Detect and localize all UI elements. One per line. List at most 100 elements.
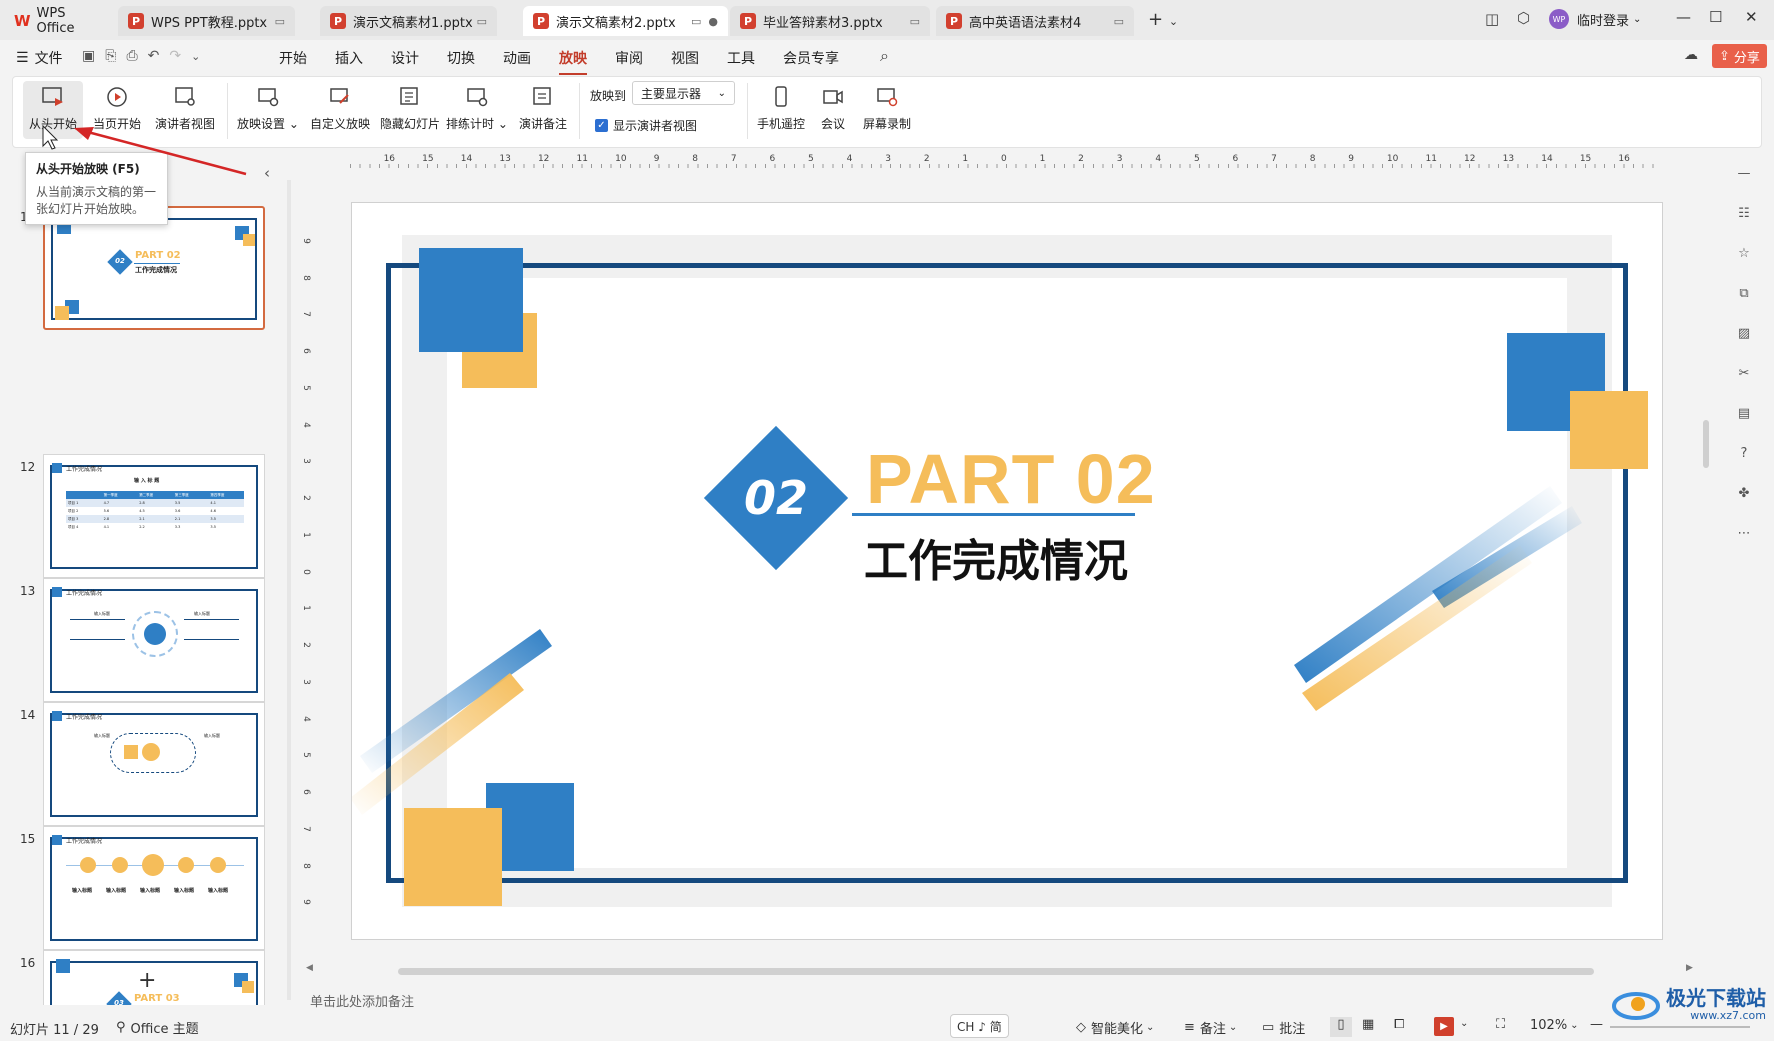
panel-scrollbar[interactable] bbox=[287, 180, 291, 1000]
phone-remote-button[interactable]: 手机遥控 bbox=[752, 81, 810, 139]
reading-view-icon[interactable]: ⧠ bbox=[1394, 1017, 1404, 1032]
collapse-panel-icon[interactable]: ‹ bbox=[264, 164, 270, 182]
save-icon[interactable]: ▣ bbox=[82, 48, 105, 64]
wps-logo-icon: W bbox=[14, 12, 31, 30]
maximize-icon[interactable]: ☐ bbox=[1709, 8, 1722, 26]
tab-device-icon[interactable]: ▭ bbox=[477, 15, 487, 28]
ruler-tick-label: 15 bbox=[421, 154, 435, 164]
play-slideshow-icon[interactable]: ▶ bbox=[1434, 1017, 1454, 1036]
ime-indicator[interactable]: CH ♪ 简 bbox=[950, 1014, 1009, 1038]
zoom-slider[interactable] bbox=[1610, 1026, 1750, 1028]
menu-design[interactable]: 设计 bbox=[391, 48, 419, 68]
tab-document[interactable]: P 演示文稿素材1.pptx ▭ bbox=[320, 6, 497, 36]
comments-button[interactable]: ▭ 批注 bbox=[1262, 1018, 1305, 1037]
file-menu[interactable]: ☰ 文件 bbox=[16, 48, 63, 68]
thumb-table-cell: 4.5 bbox=[139, 509, 145, 513]
redo-icon[interactable]: ↷ bbox=[169, 48, 191, 64]
layout-icon[interactable]: ◫ bbox=[1485, 10, 1499, 28]
tab-device-icon[interactable]: ▭ bbox=[1114, 15, 1124, 28]
slide-thumbnail-12[interactable]: 工作完成情况 输 入 标 题 第一季度 第二季度 第三季度 第四季度 项目 1 4.7 2.… bbox=[43, 454, 265, 578]
tab-document[interactable]: P 高中英语语法素材4 ▭ bbox=[936, 6, 1134, 36]
rehearse-button[interactable]: 排练计时 ⌄ bbox=[445, 81, 509, 139]
notes-icon: ≡ bbox=[1184, 1020, 1195, 1035]
scroll-right-icon[interactable]: ▶ bbox=[1686, 963, 1693, 973]
puzzle-icon[interactable]: ✤ bbox=[1735, 484, 1753, 502]
menu-insert[interactable]: 插入 bbox=[335, 48, 363, 68]
ruler-tick-label: 7 bbox=[1270, 154, 1278, 164]
notes-placeholder[interactable]: 单击此处添加备注 bbox=[310, 991, 414, 1010]
screen-record-button[interactable]: 屏幕录制 bbox=[859, 81, 915, 139]
thumb-table-cell: 3.3 bbox=[174, 525, 181, 529]
menu-tools[interactable]: 工具 bbox=[727, 48, 755, 68]
star-icon[interactable]: ☆ bbox=[1735, 244, 1753, 262]
search-icon[interactable]: ⌕ bbox=[880, 46, 889, 66]
copy-icon[interactable]: ⧉ bbox=[1735, 284, 1753, 302]
vertical-scrollbar[interactable] bbox=[1703, 420, 1709, 468]
menu-member[interactable]: 会员专享 bbox=[783, 48, 839, 68]
ruler-tick-label: 2 bbox=[300, 642, 311, 648]
share-button[interactable]: ⇪ 分享 bbox=[1712, 44, 1767, 68]
menu-review[interactable]: 审阅 bbox=[615, 48, 643, 68]
slide-thumbnail-14[interactable]: 工作完成情况 输入标题 输入标题 bbox=[43, 702, 265, 826]
tab-wps-office[interactable]: W WPS Office bbox=[4, 6, 116, 36]
theme-label: Office 主题 bbox=[130, 1022, 199, 1037]
add-slide-plus-icon[interactable]: + bbox=[138, 968, 156, 993]
menu-slideshow[interactable]: 放映 bbox=[559, 48, 587, 75]
ruler-tick-label: 8 bbox=[691, 154, 700, 164]
custom-show-button[interactable]: 自定义放映 bbox=[307, 81, 373, 139]
slide-canvas[interactable]: 02 PART 02 工作完成情况 bbox=[351, 202, 1663, 940]
ribbon-toolbar: 从头开始 当页开始 演讲者视图 放映设置 ⌄ 自定义放映 隐藏幻灯片 排练计时 … bbox=[12, 76, 1762, 148]
scroll-left-icon[interactable]: ◀ bbox=[306, 963, 313, 973]
share-icon: ⇪ bbox=[1719, 48, 1730, 64]
menu-animation[interactable]: 动画 bbox=[503, 48, 531, 68]
monitor-select[interactable]: 主要显示器 ⌄ bbox=[632, 81, 735, 105]
print-preview-icon[interactable]: ⎙ bbox=[126, 48, 147, 64]
tab-document[interactable]: P WPS PPT教程.pptx ▭ bbox=[118, 6, 295, 36]
cloud-icon[interactable]: ☁ bbox=[1684, 47, 1698, 63]
thumb-table-cell: 4.6 bbox=[210, 509, 216, 513]
vertical-ruler: 9 8 7 6 5 4 3 2 1 0 1 2 3 4 5 6 7 8 9 bbox=[301, 205, 315, 940]
beautify-button[interactable]: ◇ 智能美化 ⌄ bbox=[1076, 1018, 1154, 1037]
zoom-out-icon[interactable]: — bbox=[1590, 1017, 1603, 1032]
tab-device-icon[interactable]: ▭ ● bbox=[691, 15, 718, 28]
notes-pane[interactable]: 单击此处添加备注 bbox=[300, 984, 1700, 1014]
slide-thumbnail-15[interactable]: 工作完成情况 输入标题 输入标题 输入标题 输入标题 输入标题 bbox=[43, 826, 265, 950]
minimize-icon[interactable]: — bbox=[1676, 8, 1691, 26]
document-icon[interactable]: ▤ bbox=[1735, 404, 1753, 422]
close-icon[interactable]: ✕ bbox=[1745, 8, 1758, 26]
presenter-view-checkbox[interactable]: ✓ 显示演讲者视图 bbox=[595, 117, 697, 134]
speaker-notes-button[interactable]: 演讲备注 bbox=[515, 81, 571, 139]
menu-view[interactable]: 视图 bbox=[671, 48, 699, 68]
help-icon[interactable]: ? bbox=[1735, 444, 1753, 462]
grid-view-icon[interactable]: ▦ bbox=[1362, 1017, 1374, 1032]
tab-device-icon[interactable]: ▭ bbox=[910, 15, 920, 28]
menu-start[interactable]: 开始 bbox=[279, 48, 307, 68]
tools-icon[interactable]: ✂ bbox=[1735, 364, 1753, 382]
notes-toggle-button[interactable]: ≡ 备注 ⌄ bbox=[1184, 1018, 1237, 1037]
tab-document[interactable]: P 毕业答辩素材3.pptx ▭ bbox=[730, 6, 930, 36]
chevron-down-icon[interactable]: ⌄ bbox=[1460, 1018, 1468, 1029]
theme-button[interactable]: ⚲ Office 主题 bbox=[116, 1018, 199, 1037]
cube-icon[interactable]: ⬡ bbox=[1517, 9, 1530, 27]
export-icon[interactable]: ⎘ bbox=[105, 48, 126, 64]
tab-device-icon[interactable]: ▭ bbox=[275, 15, 285, 28]
thumb-table-cell: 2.8 bbox=[103, 517, 110, 521]
collapse-icon[interactable]: — bbox=[1735, 164, 1753, 182]
image-icon[interactable]: ▨ bbox=[1735, 324, 1753, 342]
sliders-icon[interactable]: ☷ bbox=[1735, 204, 1753, 222]
slide-thumbnail-13[interactable]: 工作完成情况 输入标题 输入标题 bbox=[43, 578, 265, 702]
more-icon[interactable]: ⋯ bbox=[1735, 524, 1753, 542]
horizontal-scrollbar[interactable] bbox=[398, 968, 1594, 975]
undo-icon[interactable]: ↶ bbox=[148, 48, 170, 64]
zoom-level[interactable]: 102% ⌄ bbox=[1530, 1018, 1579, 1033]
fit-window-icon[interactable]: ⛶ bbox=[1496, 1017, 1505, 1032]
user-login[interactable]: WP 临时登录 ⌄ bbox=[1549, 9, 1641, 29]
meeting-button[interactable]: 会议 bbox=[813, 81, 853, 139]
normal-view-icon[interactable]: ▯ bbox=[1330, 1017, 1352, 1037]
hide-slide-button[interactable]: 隐藏幻灯片 bbox=[377, 81, 443, 139]
new-tab-plus-icon[interactable]: + ⌄ bbox=[1148, 9, 1178, 30]
menu-transition[interactable]: 切换 bbox=[447, 48, 475, 68]
more-icon[interactable]: ⌄ bbox=[191, 50, 210, 63]
tab-document-active[interactable]: P 演示文稿素材2.pptx ▭ ● bbox=[523, 6, 728, 36]
chevron-down-icon: ⌄ bbox=[717, 87, 726, 99]
